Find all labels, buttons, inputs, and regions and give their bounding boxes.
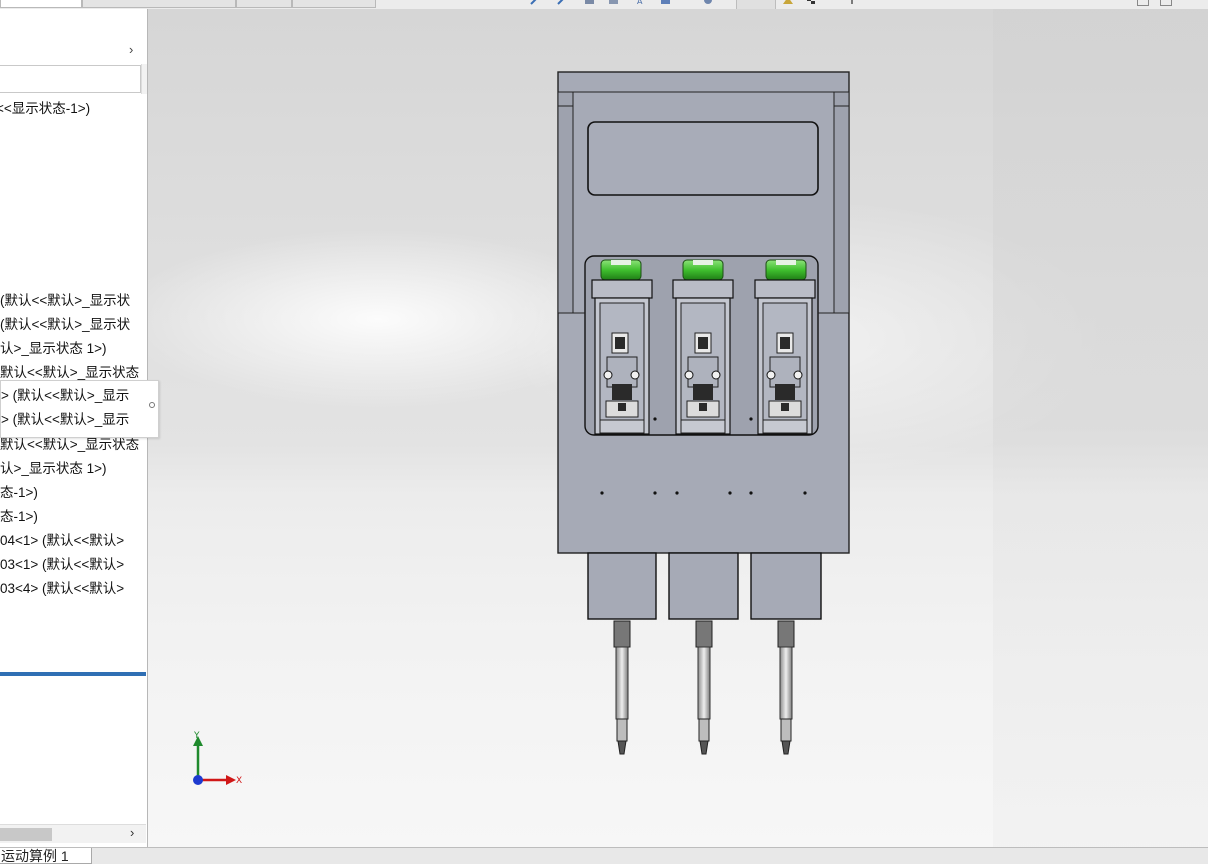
tooltip-row: > (默认<<默认>_显示 — [1, 412, 130, 427]
tree-row-component[interactable]: 态-1>) — [0, 484, 38, 502]
tree-row-component[interactable]: (默认<<默认>_显示状 — [0, 292, 130, 310]
display-style-icon[interactable] — [702, 0, 714, 5]
tree-row-component[interactable]: 默认<<默认>_显示状态 — [0, 436, 139, 454]
apply-scene-icon[interactable] — [806, 0, 818, 5]
tree-row-component[interactable]: 03<4> (默认<<默认> — [0, 580, 124, 598]
panel-splitter[interactable] — [0, 672, 146, 676]
tab-dim-expert[interactable] — [292, 0, 376, 8]
tree-tooltip: > (默认<<默认>_显示 > (默认<<默认>_显示 — [0, 380, 159, 438]
edit-appearance-icon[interactable] — [782, 0, 794, 5]
triad-y-label: Y — [193, 731, 200, 741]
restore-window-button[interactable] — [1137, 0, 1149, 6]
tab-feature-manager[interactable] — [0, 0, 82, 8]
tooltip-row: > (默认<<默认>_显示 — [1, 388, 130, 403]
previous-view-icon[interactable] — [584, 0, 596, 5]
bottom-tab-bar: 运动算例 1 — [0, 847, 1208, 864]
zoom-fit-icon[interactable] — [530, 0, 542, 5]
tree-row-component[interactable]: (默认<<默认>_显示状 — [0, 316, 130, 334]
reference-triad: Y X — [193, 731, 242, 786]
assembly-model[interactable] — [148, 9, 1208, 847]
maximize-window-button[interactable] — [1160, 0, 1172, 6]
scrollbar-thumb[interactable] — [0, 828, 52, 841]
tree-row-component[interactable]: 04<1> (默认<<默认> — [0, 532, 124, 550]
top-toolbar: A — [0, 0, 1208, 10]
horizontal-scrollbar[interactable]: › — [0, 824, 146, 843]
tooltip-marker-icon — [149, 402, 155, 408]
zoom-area-icon[interactable] — [556, 0, 568, 5]
view-orientation-icon[interactable] — [660, 0, 672, 5]
tab-config-manager[interactable] — [236, 0, 292, 8]
filter-scrollbar[interactable] — [141, 64, 147, 94]
tree-row-display-state[interactable]: <<显示状态-1>) — [0, 100, 90, 118]
triad-x-label: X — [236, 776, 242, 786]
tab-motion-study[interactable]: 运动算例 1 — [0, 848, 92, 864]
chevron-right-icon[interactable]: › — [129, 42, 133, 57]
tree-row-component[interactable]: 认>_显示状态 1>) — [0, 340, 107, 358]
tab-property-manager[interactable] — [82, 0, 236, 8]
tree-row-component[interactable]: 认>_显示状态 1>) — [0, 460, 107, 478]
tree-row-component[interactable]: 态-1>) — [0, 508, 38, 526]
tree-filter-input[interactable] — [0, 65, 141, 93]
graphics-viewport[interactable] — [148, 9, 1208, 847]
view-settings-icon[interactable] — [846, 0, 858, 5]
dynamic-annotation-icon[interactable]: A — [636, 0, 648, 5]
svg-text:A: A — [637, 0, 643, 5]
section-view-icon[interactable] — [608, 0, 620, 5]
scroll-right-icon[interactable]: › — [130, 825, 134, 840]
tree-row-component[interactable]: 03<1> (默认<<默认> — [0, 556, 124, 574]
